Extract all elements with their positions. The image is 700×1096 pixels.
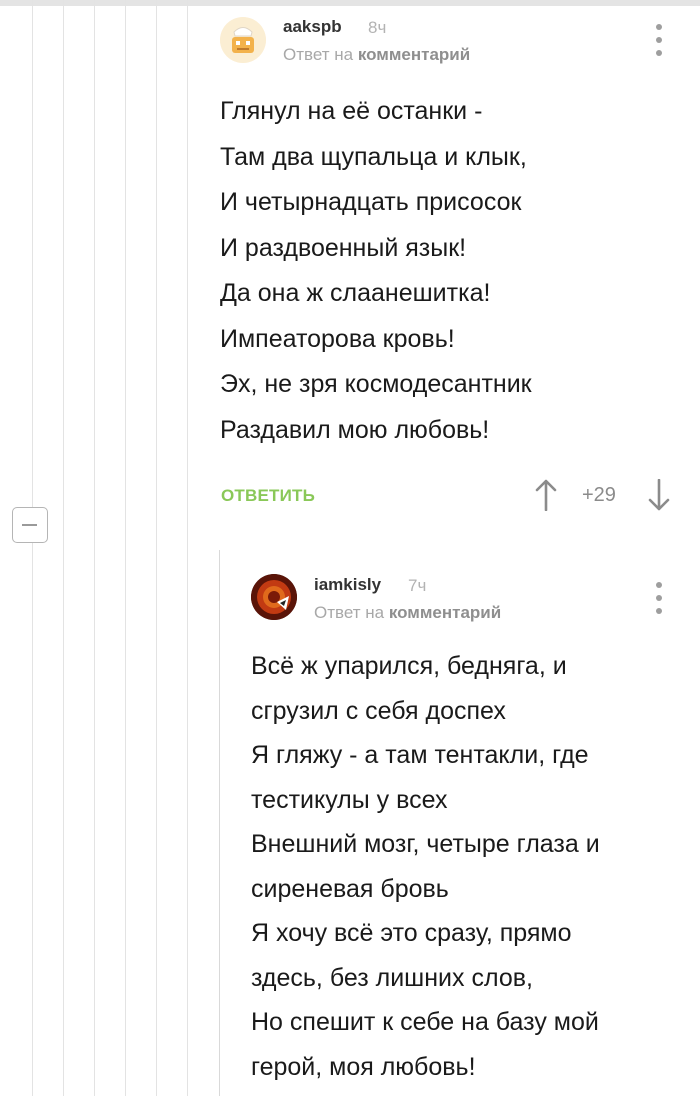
username[interactable]: aakspb — [283, 17, 342, 37]
thread-line[interactable] — [32, 0, 33, 1096]
thread-line[interactable] — [125, 0, 126, 1096]
reply-to-link[interactable]: комментарий — [358, 45, 470, 64]
comment-line: И четырнадцать присосок — [220, 188, 522, 216]
comment-line: здесь, без лишних слов, — [251, 963, 533, 992]
comment-line: Раздавил мою любовь! — [220, 415, 490, 444]
comment-body: Всё ж упарился, бедняга, и сгрузил с себ… — [251, 644, 600, 1089]
username[interactable]: iamkisly — [314, 575, 381, 595]
vertical-dots-icon[interactable] — [654, 582, 664, 614]
avatar[interactable] — [251, 574, 297, 620]
comment-line: И раздвоенный язык! — [220, 233, 467, 262]
thread-line[interactable] — [94, 0, 95, 1096]
thread-line[interactable] — [187, 0, 188, 1096]
collapse-thread-button[interactable] — [12, 507, 48, 543]
reply-button[interactable]: ОТВЕТИТЬ — [221, 486, 315, 506]
comment-line: Да она ж слаанешитка! — [220, 279, 491, 307]
comment-line: Всё ж упарился, бедняга, и — [251, 652, 567, 680]
comment-time: 7ч — [408, 576, 427, 595]
comment-line: Там два щупальца и клык, — [220, 142, 527, 171]
vote-score: +29 — [582, 484, 616, 506]
thread-line[interactable] — [156, 0, 157, 1096]
arrow-up-icon[interactable] — [535, 479, 557, 512]
comment-line: тестикулы у всех — [251, 785, 448, 814]
comment-line: Эх, не зря космодесантник — [220, 370, 532, 398]
avatar-image — [251, 574, 297, 620]
comment-line: Импеаторова кровь! — [220, 324, 455, 353]
reply-to-prefix: Ответ на — [314, 603, 385, 622]
comment-time: 8ч — [368, 18, 387, 37]
avatar-image — [220, 17, 266, 63]
top-divider — [0, 0, 700, 6]
comment-line: Глянул на её останки - — [220, 97, 483, 125]
arrow-down-icon[interactable] — [648, 478, 670, 511]
thread-line[interactable] — [63, 0, 64, 1096]
comment-body: Глянул на её останки - Там два щупальца … — [220, 89, 532, 453]
reply-to-link[interactable]: комментарий — [389, 603, 501, 622]
avatar[interactable] — [220, 17, 266, 63]
comment-line: Внешний мозг, четыре глаза и — [251, 830, 600, 858]
comment-line: Я хочу всё это сразу, прямо — [251, 919, 572, 947]
reply-to-prefix: Ответ на — [283, 45, 354, 64]
reply-to-label: Ответ на комментарий — [283, 45, 470, 65]
comment-line: сиреневая бровь — [251, 874, 449, 903]
comment-line: сгрузил с себя доспех — [251, 696, 506, 725]
vertical-dots-icon[interactable] — [654, 24, 664, 56]
comment-line: герой, моя любовь! — [251, 1052, 476, 1081]
comment-line: Но спешит к себе на базу мой — [251, 1008, 599, 1036]
comment-line: Я гляжу - а там тентакли, где — [251, 741, 589, 769]
reply-to-label: Ответ на комментарий — [314, 603, 501, 623]
nested-thread-line[interactable] — [219, 550, 220, 1096]
